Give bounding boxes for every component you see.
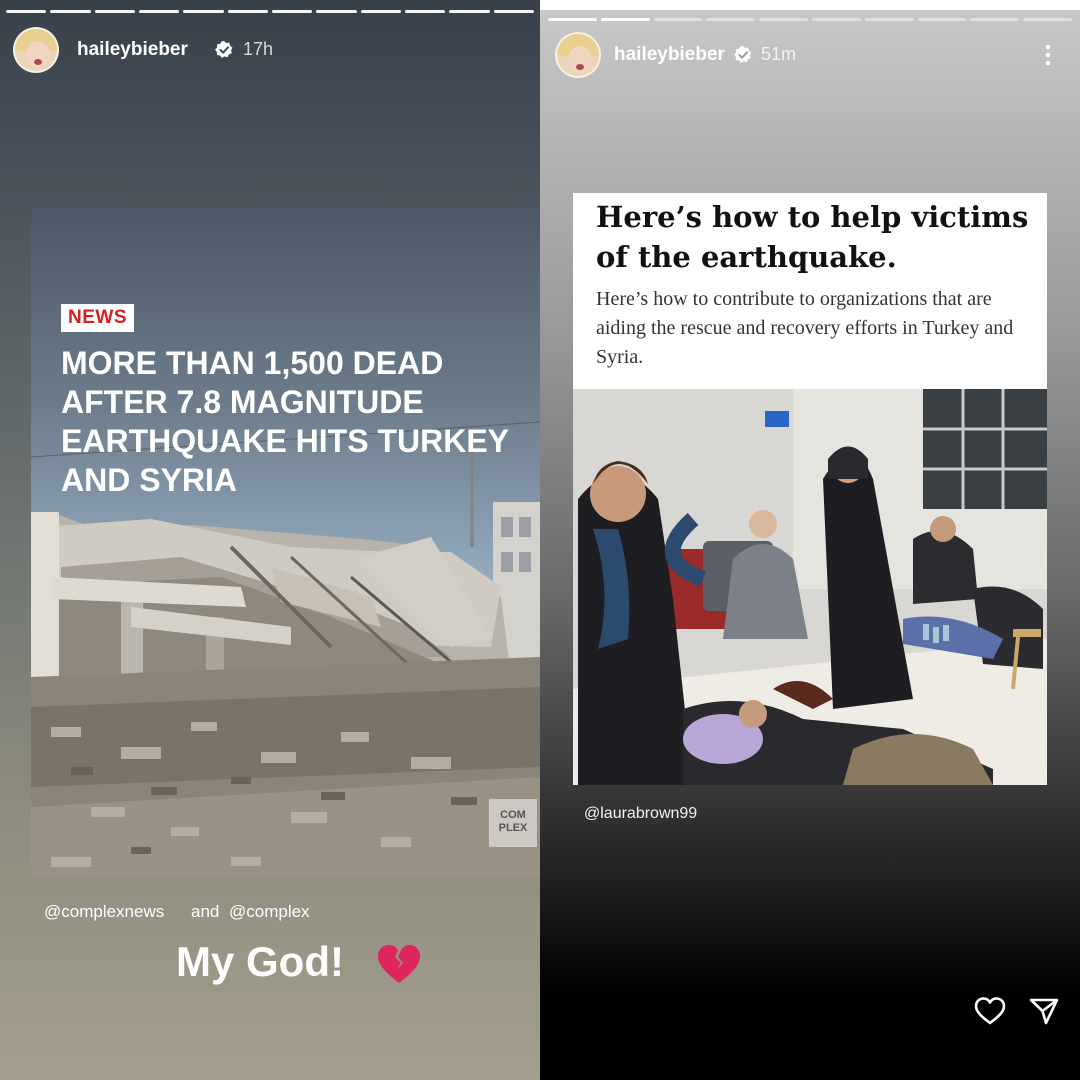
progress-segment — [1023, 18, 1072, 21]
progress-segment — [404, 10, 446, 13]
verified-badge-icon — [734, 46, 752, 63]
progress-segment — [271, 10, 313, 13]
username[interactable]: haileybieber — [77, 39, 188, 61]
article-title: Here’s how to help victims of the earthq… — [596, 200, 1029, 274]
username[interactable]: haileybieber — [614, 44, 725, 66]
mention-complex[interactable]: @complex — [229, 902, 310, 922]
progress-segment — [600, 18, 650, 21]
heart-icon[interactable] — [974, 996, 1006, 1026]
progress-segment — [138, 10, 180, 13]
more-options-icon[interactable] — [1045, 44, 1051, 66]
news-image-card[interactable]: NEWS MORE THAN 1,500 DEAD AFTER 7.8 MAGN… — [31, 207, 540, 877]
news-badge: NEWS — [61, 304, 134, 332]
progress-segment — [706, 18, 756, 21]
story-progress-bar — [548, 18, 1072, 21]
progress-segment — [449, 10, 490, 13]
story-progress-bar — [6, 10, 534, 13]
progress-segment — [360, 10, 401, 13]
progress-segment — [811, 18, 861, 21]
progress-segment — [917, 18, 967, 21]
progress-segment — [316, 10, 357, 13]
story-left[interactable]: haileybieber 17h NEWS MORE THAN 1,500 DE… — [0, 0, 540, 1080]
hospital-scene-image — [573, 389, 1047, 785]
mention-laurabrown99[interactable]: @laurabrown99 — [584, 805, 697, 823]
article-subtitle: Here’s how to contribute to organization… — [596, 288, 1014, 368]
progress-segment — [759, 18, 808, 21]
progress-segment — [6, 10, 47, 13]
progress-segment — [227, 10, 268, 13]
story-caption: My God! — [176, 938, 344, 985]
post-time: 51m — [761, 44, 797, 64]
progress-segment — [653, 18, 703, 21]
avatar[interactable] — [555, 32, 601, 78]
progress-segment — [94, 10, 135, 13]
verified-badge-icon — [215, 41, 233, 58]
progress-segment — [493, 10, 534, 13]
progress-segment — [50, 10, 91, 13]
mention-connector: and — [191, 902, 220, 921]
mention-complexnews[interactable]: @complexnews — [44, 902, 164, 922]
progress-segment — [970, 18, 1020, 21]
progress-segment — [183, 10, 224, 13]
news-headline: MORE THAN 1,500 DEAD AFTER 7.8 MAGNITUDE… — [61, 345, 509, 498]
progress-segment — [864, 18, 914, 21]
article-card[interactable]: Here’s how to help victims of the earthq… — [573, 193, 1047, 785]
send-icon[interactable] — [1028, 996, 1060, 1026]
hospital-photo — [573, 389, 1047, 785]
broken-heart-icon — [378, 945, 420, 983]
avatar[interactable] — [13, 27, 59, 73]
post-time: 17h — [243, 39, 274, 59]
progress-segment — [548, 18, 597, 21]
complex-watermark-logo: COM PLEX — [489, 799, 537, 847]
